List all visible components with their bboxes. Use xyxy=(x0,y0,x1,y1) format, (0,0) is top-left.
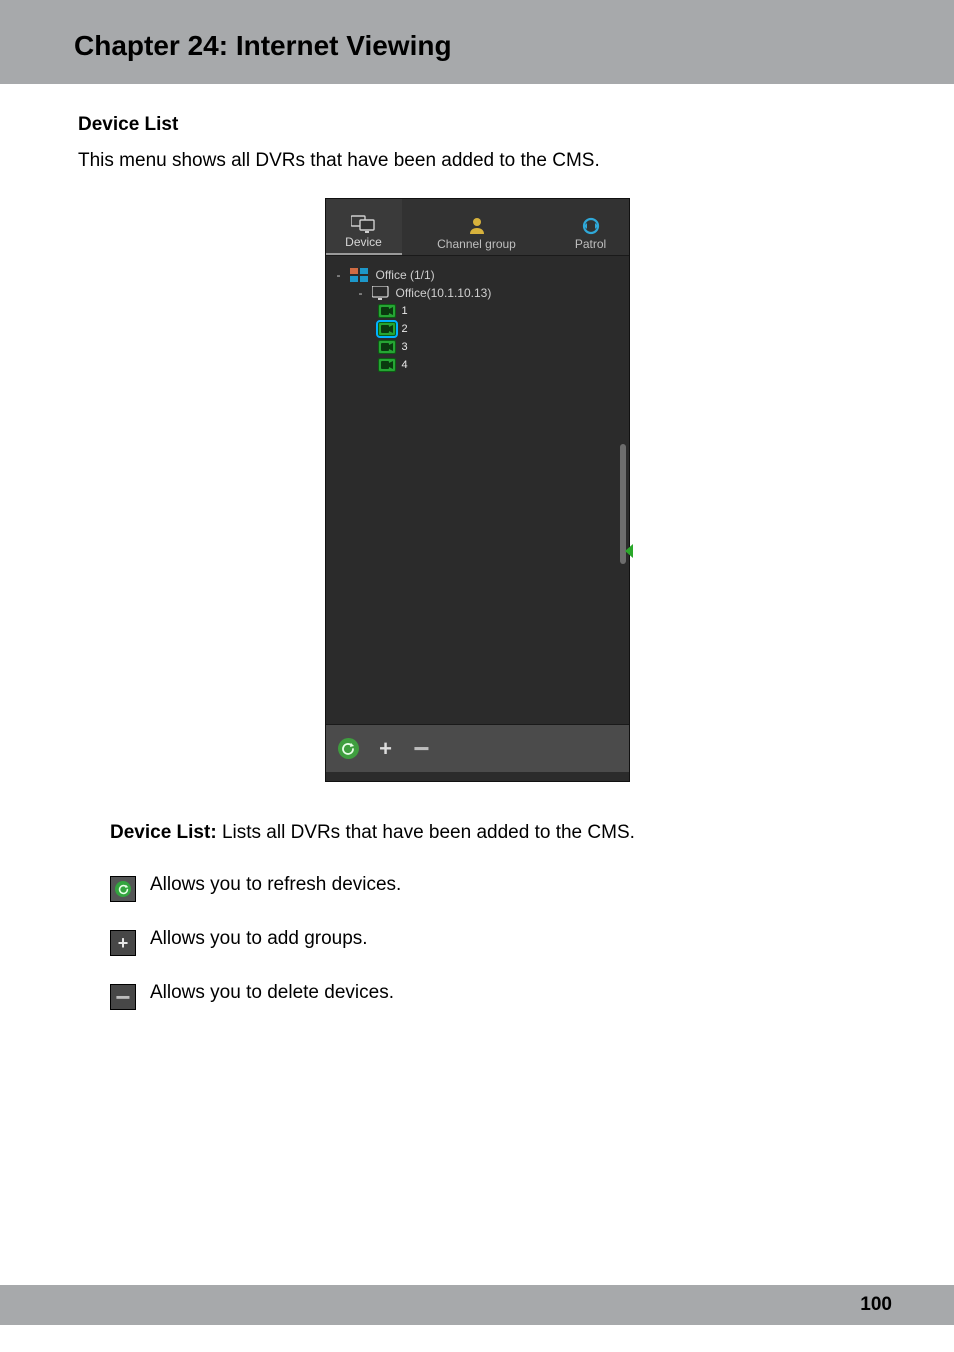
device-list-text: Lists all DVRs that have been added to t… xyxy=(222,822,635,843)
tab-patrol-label: Patrol xyxy=(575,237,606,251)
refresh-icon xyxy=(115,881,131,897)
panel-edge-arrow-icon xyxy=(625,544,633,561)
tab-channel-group[interactable]: Channel group xyxy=(402,199,552,255)
tree-channel-row[interactable]: 1 xyxy=(334,302,629,320)
refresh-legend-row: Allows you to refresh devices. xyxy=(110,874,880,902)
tree-group-label: Office (1/1) xyxy=(376,268,435,282)
tree-device-label: Office(10.1.10.13) xyxy=(396,286,492,300)
person-icon xyxy=(467,215,487,237)
patrol-icon xyxy=(581,215,601,237)
add-group-button[interactable]: + xyxy=(377,740,395,758)
refresh-icon-badge xyxy=(110,876,136,902)
device-list-label: Device List: xyxy=(110,822,217,843)
add-legend-row: + Allows you to add groups. xyxy=(110,928,880,956)
tree-channel-row[interactable]: 3 xyxy=(334,338,629,356)
cms-panel: Device Channel group xyxy=(325,198,630,782)
section-intro-text: This menu shows all DVRs that have been … xyxy=(78,150,880,172)
tab-channel-group-label: Channel group xyxy=(437,237,516,251)
group-icon xyxy=(350,268,370,282)
tree-channel-row[interactable]: 4 xyxy=(334,356,629,374)
page-footer-bar: 100 xyxy=(0,1285,954,1325)
add-legend-text: Allows you to add groups. xyxy=(150,928,368,950)
channel-label: 3 xyxy=(402,341,408,353)
tree-device-row[interactable]: - Office(10.1.10.13) xyxy=(334,284,629,302)
tab-device-label: Device xyxy=(345,235,382,249)
camera-channel-icon xyxy=(378,340,396,354)
tab-device[interactable]: Device xyxy=(326,199,402,255)
tab-patrol[interactable]: Patrol xyxy=(552,199,630,255)
device-tree: - Office (1/1) - xyxy=(326,256,629,724)
tree-channel-row[interactable]: 2 xyxy=(334,320,629,338)
delete-legend-row: − Allows you to delete devices. xyxy=(110,982,880,1010)
section-heading: Device List xyxy=(78,114,880,136)
chapter-title: Chapter 24: Internet Viewing xyxy=(74,30,924,62)
refresh-legend-text: Allows you to refresh devices. xyxy=(150,874,401,896)
delete-device-button[interactable]: − xyxy=(413,740,431,758)
plus-icon-badge: + xyxy=(110,930,136,956)
camera-channel-icon xyxy=(378,358,396,372)
camera-channel-icon xyxy=(378,304,396,318)
tree-group-row[interactable]: - Office (1/1) xyxy=(334,266,629,284)
channel-label: 4 xyxy=(402,359,408,371)
chapter-header-bar: Chapter 24: Internet Viewing xyxy=(0,0,954,84)
refresh-button[interactable] xyxy=(338,738,359,759)
panel-action-bar: + − xyxy=(326,724,629,772)
tab-bar: Device Channel group xyxy=(326,199,629,256)
page-body: Device List This menu shows all DVRs tha… xyxy=(0,84,954,1010)
channel-label: 2 xyxy=(402,323,408,335)
dvr-icon xyxy=(372,286,390,300)
camera-channel-icon xyxy=(378,322,396,336)
device-list-description: Device List: Lists all DVRs that have be… xyxy=(110,822,880,844)
description-block: Device List: Lists all DVRs that have be… xyxy=(74,822,880,1010)
delete-legend-text: Allows you to delete devices. xyxy=(150,982,394,1004)
collapse-toggle-icon[interactable]: - xyxy=(334,268,344,282)
minus-icon-badge: − xyxy=(110,984,136,1010)
collapse-toggle-icon[interactable]: - xyxy=(356,286,366,300)
monitors-icon xyxy=(351,213,377,235)
channel-label: 1 xyxy=(402,305,408,317)
page-number: 100 xyxy=(860,1294,892,1316)
